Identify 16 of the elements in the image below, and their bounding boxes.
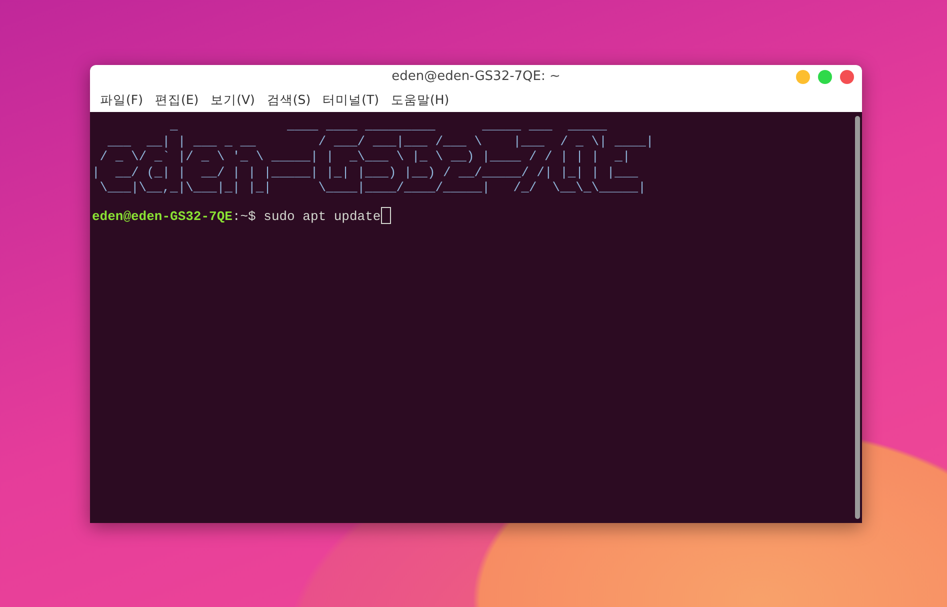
menu-item[interactable]: 터미널(T)	[316, 88, 386, 112]
menu-item[interactable]: 도움말(H)	[385, 88, 456, 112]
minimize-button[interactable]	[796, 70, 810, 84]
close-button[interactable]	[840, 70, 854, 84]
menu-item[interactable]: 보기(V)	[204, 88, 261, 112]
maximize-button[interactable]	[818, 70, 832, 84]
menu-item[interactable]: 파일(F)	[94, 88, 149, 112]
command-text: sudo apt update	[264, 208, 381, 224]
menu-item[interactable]: 편집(E)	[148, 88, 205, 112]
prompt-path: :~$	[232, 208, 256, 224]
ascii-art-text: _ ____ ____ _________ _____ ___ _____ ___ __| | ___ _ __ / ___/ ___|___ /___ \ |___ / _ \| ____| / _ \/ _` |/ _ \ '_ \ _____| | _\___ \ |_ \ __) |____ / / | | | _| | __/ (_| | __/ | | |_____| |_| |___) |__) / __/_____/ /| |_| | |___ \___|\__,_|\___|_| |_| \____|____/____/_____| /_/ \__\_\_____|	[92, 118, 655, 196]
window-title: eden@eden-GS32-7QE: ~	[392, 68, 560, 86]
scrollbar-thumb[interactable]	[855, 116, 860, 519]
text-cursor	[380, 206, 391, 224]
prompt-user-host: eden@eden-GS32-7QE	[92, 208, 232, 224]
menu-item[interactable]: 검색(S)	[260, 88, 317, 112]
